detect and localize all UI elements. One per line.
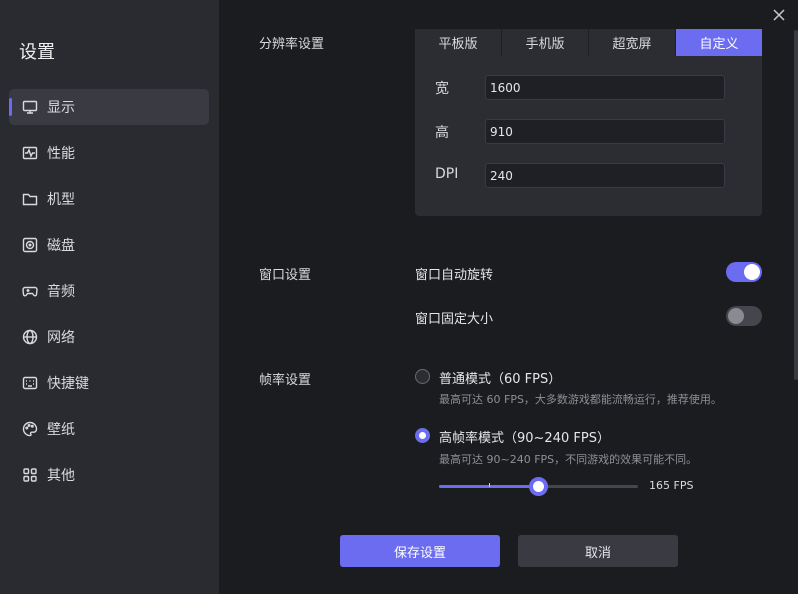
grid-icon <box>21 466 39 484</box>
tab-tablet[interactable]: 平板版 <box>415 29 502 56</box>
sidebar-item-wallpaper[interactable]: 壁纸 <box>9 411 209 447</box>
normal-mode-label[interactable]: 普通模式（60 FPS） <box>439 368 561 387</box>
sidebar-item-shortcuts[interactable]: 快捷键 <box>9 365 209 401</box>
sidebar-item-label: 其他 <box>47 468 75 484</box>
height-input[interactable] <box>485 119 725 144</box>
disk-icon <box>21 236 39 254</box>
resolution-panel: 宽 高 DPI <box>415 56 762 216</box>
high-fps-mode-label[interactable]: 高帧率模式（90~240 FPS） <box>439 427 610 446</box>
tab-custom[interactable]: 自定义 <box>676 29 762 56</box>
folder-icon <box>21 190 39 208</box>
sidebar-item-label: 快捷键 <box>47 376 89 392</box>
fixed-size-label: 窗口固定大小 <box>415 312 494 327</box>
high-fps-mode-description: 最高可达 90~240 FPS，不同游戏的效果可能不同。 <box>439 453 698 466</box>
sidebar-item-label: 壁纸 <box>47 422 75 438</box>
high-fps-mode-radio[interactable] <box>415 428 430 443</box>
sidebar-item-other[interactable]: 其他 <box>9 457 209 493</box>
normal-mode-radio[interactable] <box>415 369 430 384</box>
gamepad-icon <box>21 282 39 300</box>
height-label: 高 <box>435 125 449 141</box>
close-button[interactable] <box>772 7 790 25</box>
width-row: 宽 <box>415 75 762 100</box>
dpi-label: DPI <box>435 166 459 182</box>
globe-icon <box>21 328 39 346</box>
sidebar-item-label: 机型 <box>47 192 75 208</box>
sidebar-nav: 显示 性能 机型 磁盘 音频 网络 快捷键 壁纸 其他 <box>9 89 209 503</box>
sidebar-item-performance[interactable]: 性能 <box>9 135 209 171</box>
save-button[interactable]: 保存设置 <box>340 535 500 567</box>
sidebar-item-label: 网络 <box>47 330 75 346</box>
cancel-button[interactable]: 取消 <box>518 535 678 567</box>
sidebar-item-disk[interactable]: 磁盘 <box>9 227 209 263</box>
palette-icon <box>21 420 39 438</box>
height-row: 高 <box>415 119 762 144</box>
framerate-section-label: 帧率设置 <box>259 373 312 388</box>
dpi-row: DPI <box>415 163 762 188</box>
resolution-section-label: 分辨率设置 <box>259 37 325 52</box>
toggle-knob <box>744 264 760 280</box>
fixed-size-toggle[interactable] <box>726 306 762 326</box>
fps-slider[interactable] <box>439 477 638 496</box>
fps-slider-thumb[interactable] <box>529 477 548 496</box>
toggle-knob <box>728 308 744 324</box>
auto-rotate-toggle[interactable] <box>726 262 762 282</box>
sidebar-item-label: 磁盘 <box>47 238 75 254</box>
monitor-icon <box>21 98 39 116</box>
pulse-icon <box>21 144 39 162</box>
keyboard-icon <box>21 374 39 392</box>
sidebar-title: 设置 <box>19 42 55 63</box>
scrollbar[interactable] <box>794 30 798 380</box>
resolution-tabs: 平板版 手机版 超宽屏 自定义 <box>415 29 762 56</box>
normal-mode-description: 最高可达 60 FPS，大多数游戏都能流畅运行，推荐使用。 <box>439 393 722 406</box>
width-label: 宽 <box>435 81 449 97</box>
fps-slider-tick <box>489 483 490 487</box>
sidebar: 设置 显示 性能 机型 磁盘 音频 网络 快捷键 壁纸 其他 <box>0 0 219 594</box>
sidebar-item-label: 性能 <box>47 146 75 162</box>
sidebar-item-network[interactable]: 网络 <box>9 319 209 355</box>
sidebar-item-display[interactable]: 显示 <box>9 89 209 125</box>
dpi-input[interactable] <box>485 163 725 188</box>
sidebar-item-audio[interactable]: 音频 <box>9 273 209 309</box>
tab-ultrawide[interactable]: 超宽屏 <box>589 29 676 56</box>
sidebar-item-label: 音频 <box>47 284 75 300</box>
auto-rotate-label: 窗口自动旋转 <box>415 268 494 283</box>
fps-slider-value: 165 FPS <box>649 479 694 492</box>
window-section-label: 窗口设置 <box>259 268 312 283</box>
sidebar-item-label: 显示 <box>47 100 75 116</box>
tab-phone[interactable]: 手机版 <box>502 29 589 56</box>
sidebar-item-model[interactable]: 机型 <box>9 181 209 217</box>
width-input[interactable] <box>485 75 725 100</box>
close-icon <box>773 9 785 21</box>
